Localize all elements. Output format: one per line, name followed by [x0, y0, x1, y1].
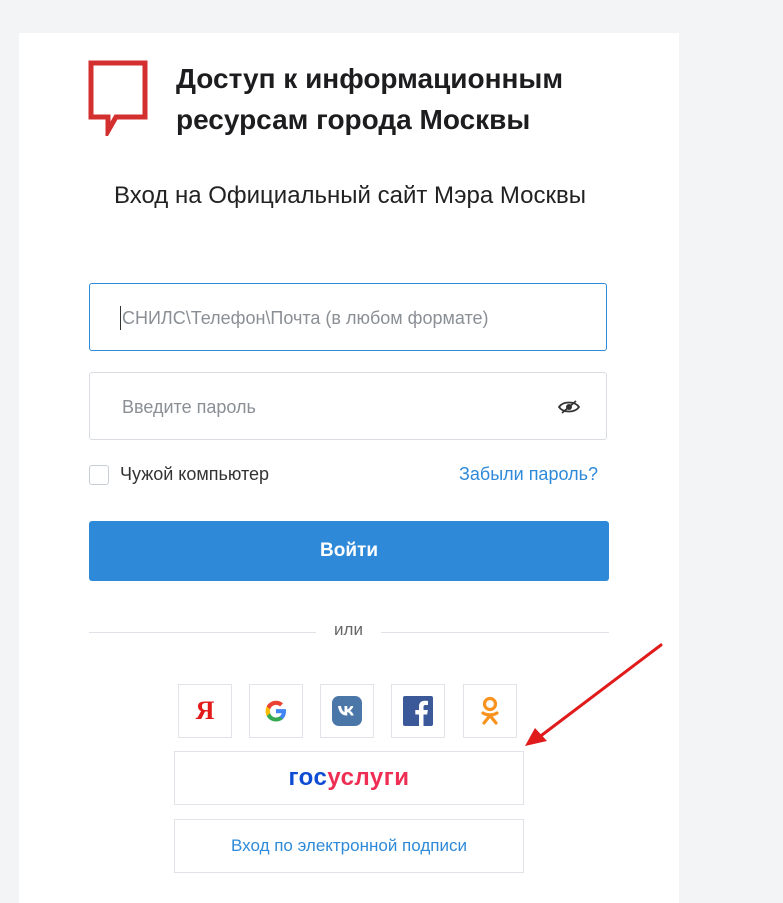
brand-title: Доступ к информационным ресурсам города …	[176, 63, 564, 135]
eds-login-button[interactable]: Вход по электронной подписи	[174, 819, 524, 873]
google-login-button[interactable]	[249, 684, 303, 738]
foreign-computer-label: Чужой компьютер	[120, 464, 270, 484]
vk-login-button[interactable]	[320, 684, 374, 738]
vk-icon	[332, 696, 362, 726]
yandex-icon: Я	[195, 696, 215, 725]
ok-icon	[481, 696, 499, 725]
google-icon	[265, 700, 286, 722]
page-subtitle: Вход на Официальный сайт Мэра Москвы	[113, 182, 587, 209]
password-input[interactable]	[120, 373, 564, 441]
login-field[interactable]	[89, 283, 607, 352]
gosuslugi-logo-part1: гос	[288, 764, 328, 791]
divider-line-right	[381, 632, 609, 633]
yandex-login-button[interactable]: Я	[178, 684, 232, 738]
annotation-arrow-icon	[525, 643, 663, 746]
odnoklassniki-login-button[interactable]	[463, 684, 517, 738]
gosuslugi-logo-part2: услуги	[327, 764, 410, 791]
foreign-computer-checkbox[interactable]	[89, 465, 109, 485]
gosuslugi-login-button[interactable]: гос услуги	[174, 751, 524, 805]
login-input[interactable]	[120, 284, 564, 352]
eye-hidden-icon[interactable]	[558, 400, 580, 414]
facebook-icon	[403, 696, 433, 726]
password-field[interactable]	[89, 372, 607, 441]
text-caret	[120, 306, 121, 330]
facebook-login-button[interactable]	[391, 684, 445, 738]
forgot-password-link[interactable]: Забыли пароль?	[459, 464, 598, 485]
mos-logo-icon	[88, 60, 148, 136]
login-button[interactable]: Войти	[89, 521, 609, 581]
divider-text: или	[334, 620, 363, 639]
divider-line-left	[89, 632, 316, 633]
